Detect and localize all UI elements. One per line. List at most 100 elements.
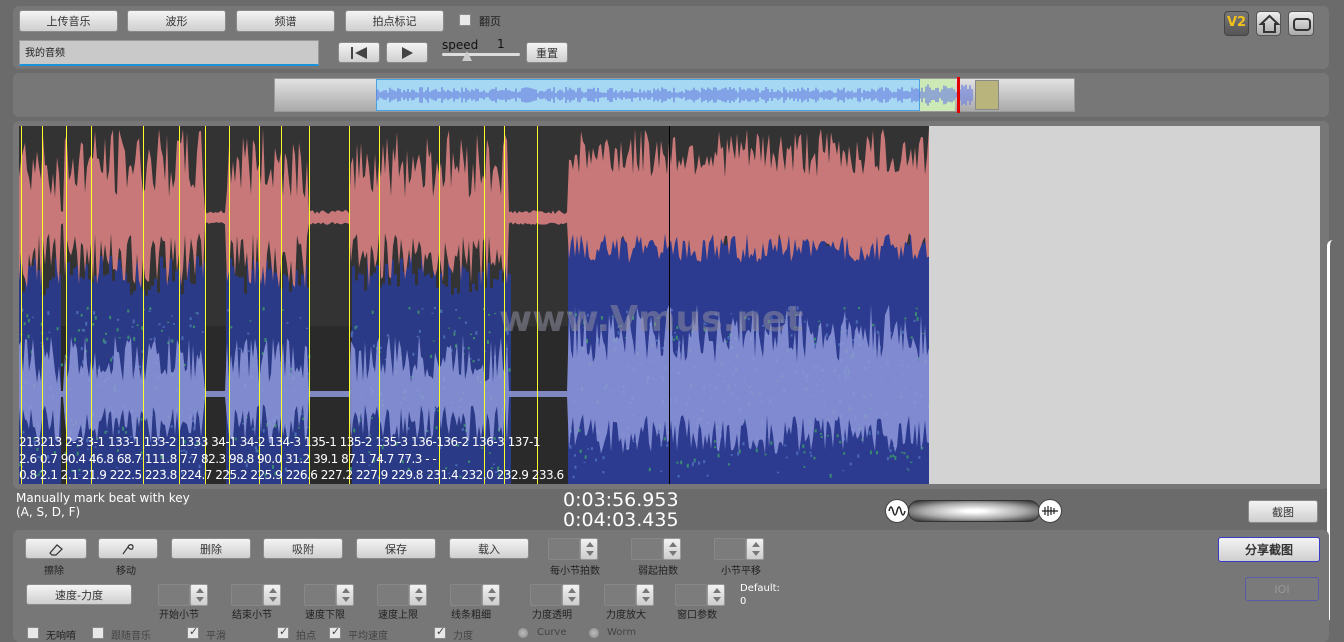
strength-opacity-spinner[interactable] [530, 584, 582, 606]
beat-marker-line[interactable] [179, 126, 180, 484]
spectrum-speck [826, 435, 829, 437]
skip-to-start-button[interactable] [338, 42, 380, 63]
follow-music-checkbox[interactable] [92, 627, 104, 639]
beat-mark-button[interactable]: 拍点标记 [345, 10, 444, 32]
speed-upper-spinner[interactable] [377, 584, 429, 606]
window-param-spinner[interactable] [675, 584, 727, 606]
beat-marker-line[interactable] [42, 126, 43, 484]
home-icon[interactable] [1256, 11, 1281, 36]
spectrum-speck [825, 333, 828, 338]
spectrum-speck [117, 430, 120, 434]
pickup-beats-spinner[interactable] [631, 538, 683, 560]
beat-marker-line[interactable] [21, 126, 22, 484]
strength-zoom-spinner[interactable] [604, 584, 656, 606]
speed-lower-spinner[interactable] [304, 584, 356, 606]
overview-track[interactable] [274, 77, 1075, 113]
spectrum-speck [116, 328, 119, 332]
hint-line-1: Manually mark beat with key [16, 491, 190, 505]
play-button[interactable] [386, 42, 428, 63]
waveform-button[interactable]: 波形 [127, 10, 226, 32]
spectrum-speck [118, 337, 121, 339]
beat-marker-line[interactable] [379, 126, 380, 484]
volume-slider[interactable] [885, 498, 1062, 524]
curve-radio[interactable] [517, 627, 529, 639]
spectrum-speck [104, 430, 107, 434]
beat-marker-line[interactable] [504, 126, 505, 484]
spectrum-speck [666, 443, 669, 447]
default-label: Default: [740, 583, 780, 594]
spectrum-speck [602, 470, 605, 474]
spectrum-col [55, 258, 58, 484]
spectrum-view[interactable]: www.Vmus.net 213213 2-3 3-1 133-1 133-2 … [19, 126, 929, 484]
spectrum-speck [814, 429, 817, 433]
page-turn-checkbox[interactable] [459, 14, 471, 26]
beat-marker-line[interactable] [229, 126, 230, 484]
worm-radio[interactable] [588, 627, 600, 639]
beat-marker-line[interactable] [205, 126, 206, 484]
speed-strength-button[interactable]: 速度-力度 [26, 584, 132, 605]
start-bar-label: 开始小节 [159, 610, 199, 621]
spectrum-speck [470, 333, 473, 335]
beat-marker-line[interactable] [349, 126, 350, 484]
speed-slider-thumb[interactable] [462, 51, 472, 61]
spectrum-speck [913, 319, 916, 323]
avg-speed-checkbox[interactable] [329, 625, 341, 639]
upload-music-button[interactable]: 上传音乐 [19, 10, 118, 32]
beat-marker-line[interactable] [439, 126, 440, 484]
strength-checkbox[interactable] [434, 625, 446, 639]
share-disabled-button[interactable]: IOI [1245, 577, 1319, 601]
beat-marker-line[interactable] [143, 126, 144, 484]
beat-marker-line[interactable] [91, 126, 92, 484]
spectrum-speck [149, 307, 152, 310]
v2-icon[interactable]: V2 [1224, 11, 1249, 36]
spectrum-speck [77, 329, 80, 332]
overview-handle[interactable] [975, 80, 999, 110]
fullscreen-icon[interactable] [1288, 11, 1314, 36]
beat-marker-line[interactable] [537, 126, 538, 484]
no-audio-checkbox[interactable] [27, 627, 39, 639]
spectrum-speck [910, 461, 913, 464]
line-width-spinner[interactable] [450, 584, 502, 606]
beat-marker-line[interactable] [309, 126, 310, 484]
spectrum-speck [676, 461, 679, 464]
smooth-checkbox[interactable] [187, 625, 199, 639]
bar-shift-spinner[interactable] [714, 538, 766, 560]
page-turn-label: 翻页 [479, 15, 501, 28]
load-button[interactable]: 载入 [449, 538, 529, 559]
start-bar-spinner[interactable] [158, 584, 210, 606]
spectrum-col [523, 326, 526, 484]
beat-marker-line[interactable] [259, 126, 260, 484]
overview-playhead[interactable] [957, 77, 960, 113]
spectrum-speck [842, 470, 845, 472]
title-input[interactable]: 我的音频 [19, 40, 319, 66]
spectrum-speck [102, 338, 105, 343]
beat-marker-line[interactable] [66, 126, 67, 484]
spectrum-speck [26, 314, 29, 318]
delete-button[interactable]: 删除 [171, 538, 251, 559]
move-tool-button[interactable] [98, 538, 158, 559]
speed-slider[interactable] [442, 53, 520, 56]
spectrum-speck [448, 327, 451, 329]
spectrum-speck [818, 320, 821, 323]
share-screenshot-button[interactable]: 分享截图 [1218, 537, 1320, 562]
hint-line-2: (A, S, D, F) [16, 505, 81, 519]
save-button[interactable]: 保存 [356, 538, 436, 559]
spectrum-speck [167, 321, 170, 324]
beats-per-bar-spinner[interactable] [548, 538, 600, 560]
playhead-line[interactable] [669, 126, 670, 484]
move-icon [122, 543, 134, 554]
follow-music-label: 跟随音乐 [111, 631, 151, 642]
beat-marker-line[interactable] [484, 126, 485, 484]
screenshot-button[interactable]: 截图 [1248, 500, 1318, 523]
snap-button[interactable]: 吸附 [263, 538, 343, 559]
end-bar-spinner[interactable] [231, 584, 283, 606]
speed-reset-button[interactable]: 重置 [526, 42, 568, 63]
spectrum-speck [858, 307, 861, 310]
eraser-tool-button[interactable] [25, 538, 87, 559]
beat-checkbox[interactable] [277, 625, 289, 639]
spectrum-speck [889, 448, 892, 453]
spectrum-speck [262, 307, 265, 311]
spectrum-button[interactable]: 频谱 [236, 10, 335, 32]
volume-track[interactable] [908, 500, 1040, 522]
beat-marker-line[interactable] [281, 126, 282, 484]
